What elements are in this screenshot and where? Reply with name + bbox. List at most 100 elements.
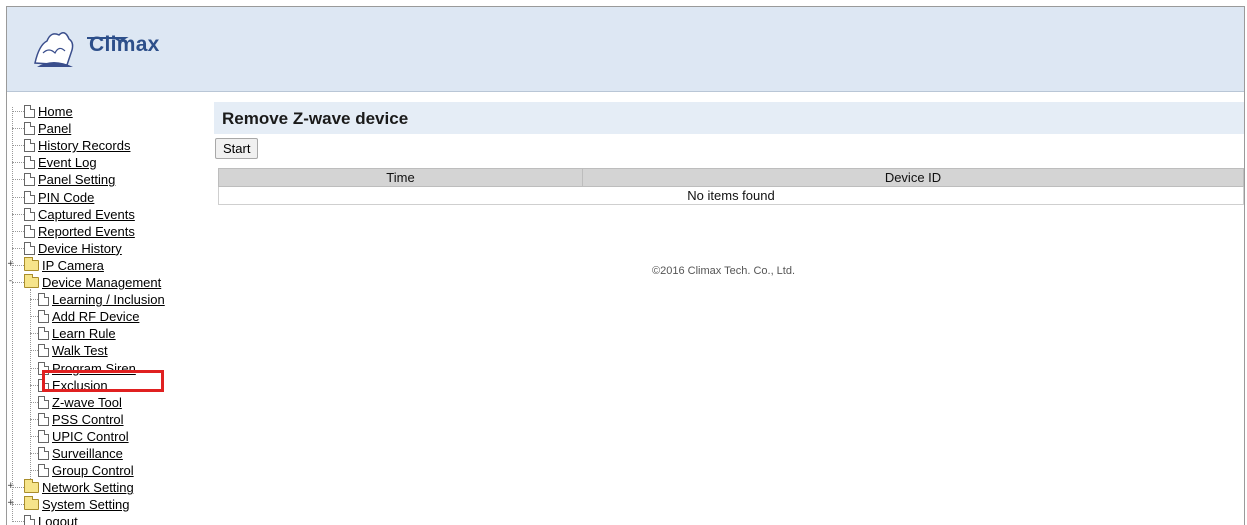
sidebar-item-walk-test[interactable]: Walk Test	[38, 342, 108, 359]
sidebar-item-add-rf-device[interactable]: Add RF Device	[38, 308, 139, 325]
page-icon	[38, 447, 49, 460]
sidebar-item-learning-inclusion[interactable]: Learning / Inclusion	[38, 291, 165, 308]
tree-connector	[30, 384, 38, 386]
tree-connector	[12, 162, 24, 164]
sidebar-item-label[interactable]: Home	[38, 104, 73, 119]
sidebar-item-label[interactable]: PIN Code	[38, 190, 94, 205]
page-icon	[24, 139, 35, 153]
tree-connector	[30, 401, 38, 403]
page-icon	[38, 412, 49, 426]
device-table: Time Device ID No items found	[218, 168, 1244, 205]
page-icon	[38, 344, 49, 358]
sidebar-item-reported-events[interactable]: Reported Events	[24, 223, 135, 240]
sidebar-item-label[interactable]: PSS Control	[52, 412, 124, 427]
sidebar-item-label[interactable]: Add RF Device	[52, 309, 139, 324]
sidebar-item-home[interactable]: Home	[24, 103, 73, 120]
sidebar-item-label[interactable]: Learn Rule	[52, 326, 116, 341]
tree-connector	[30, 435, 38, 437]
page-icon	[24, 105, 35, 118]
tree-branch-line	[30, 289, 31, 479]
sidebar-item-label[interactable]: Panel	[38, 121, 71, 136]
page-icon	[24, 207, 35, 221]
sidebar-item-label[interactable]: Captured Events	[38, 207, 135, 222]
sidebar-item-label[interactable]: IP Camera	[42, 258, 104, 273]
sidebar-item-panel-setting[interactable]: Panel Setting	[24, 171, 115, 188]
sidebar-item-pin-code[interactable]: PIN Code	[24, 189, 94, 206]
sidebar-item-label[interactable]: Panel Setting	[38, 172, 115, 187]
sidebar-item-z-wave-tool[interactable]: Z-wave Tool	[38, 394, 122, 411]
folder-icon	[24, 479, 39, 494]
column-header-time[interactable]: Time	[218, 168, 583, 187]
sidebar-item-network-setting[interactable]: Network Setting	[24, 479, 134, 496]
sidebar-item-group-control[interactable]: Group Control	[38, 462, 134, 479]
page-icon	[38, 395, 49, 409]
tree-connector	[12, 230, 24, 232]
sidebar-item-upic-control[interactable]: UPIC Control	[38, 428, 129, 445]
table-row: No items found	[218, 186, 1244, 205]
page-icon	[38, 310, 49, 324]
sidebar-item-learn-rule[interactable]: Learn Rule	[38, 325, 116, 342]
sidebar-item-label[interactable]: Logout	[38, 514, 78, 525]
sidebar-item-device-history[interactable]: Device History	[24, 240, 122, 257]
tree-trunk-line	[12, 107, 13, 522]
page-icon	[24, 156, 35, 170]
tree-connector	[30, 470, 38, 472]
tree-connector	[12, 521, 24, 523]
tree-connector	[30, 333, 38, 335]
folder-icon	[24, 274, 39, 288]
sidebar-item-label[interactable]: History Records	[38, 138, 130, 153]
tree-connector	[12, 213, 24, 215]
selected-item-highlight	[42, 370, 164, 392]
sidebar-item-label[interactable]: Surveillance	[52, 446, 123, 461]
sidebar-item-label[interactable]: Network Setting	[42, 480, 134, 495]
folder-icon	[24, 256, 39, 271]
page-icon	[24, 224, 35, 238]
sidebar-item-label[interactable]: System Setting	[42, 497, 129, 512]
page-icon	[38, 327, 49, 341]
page-icon	[24, 515, 35, 525]
tree-connector	[30, 299, 38, 301]
sidebar-item-label[interactable]: Device History	[38, 241, 122, 256]
sidebar-item-label[interactable]: Group Control	[52, 463, 134, 478]
page-icon	[38, 429, 49, 443]
page-icon	[24, 190, 35, 204]
page-title: Remove Z-wave device	[222, 109, 409, 128]
sidebar-item-captured-events[interactable]: Captured Events	[24, 206, 135, 223]
tree-connector	[12, 179, 24, 181]
page-icon	[24, 173, 35, 187]
folder-icon	[24, 496, 39, 511]
sidebar-item-label[interactable]: Walk Test	[52, 343, 108, 358]
sidebar-item-label[interactable]: Z-wave Tool	[52, 395, 122, 410]
page-header: Remove Z-wave device	[214, 102, 1244, 134]
sidebar-item-label[interactable]: Reported Events	[38, 224, 135, 239]
sidebar-item-label[interactable]: UPIC Control	[52, 429, 129, 444]
column-header-device-id[interactable]: Device ID	[582, 168, 1244, 187]
sidebar-item-logout[interactable]: Logout	[24, 513, 78, 525]
sidebar-item-surveillance[interactable]: Surveillance	[38, 445, 123, 462]
tree-connector	[30, 350, 38, 352]
tree-connector	[30, 367, 38, 369]
start-button[interactable]: Start	[215, 138, 259, 159]
tree-connector	[12, 145, 24, 147]
tree-connector	[30, 453, 38, 454]
sidebar-item-panel[interactable]: Panel	[24, 120, 71, 137]
sidebar-item-event-log[interactable]: Event Log	[24, 154, 97, 171]
header-bar: Climax	[7, 7, 1244, 92]
tree-connector	[30, 418, 38, 420]
tree-connector	[12, 128, 24, 130]
page-icon	[38, 464, 49, 478]
sidebar-item-system-setting[interactable]: System Setting	[24, 496, 129, 513]
sidebar-item-label[interactable]: Event Log	[38, 155, 97, 170]
sidebar-item-history-records[interactable]: History Records	[24, 137, 130, 154]
sidebar-item-label[interactable]: Device Management	[42, 275, 161, 290]
sidebar-item-device-management[interactable]: Device Management	[24, 274, 161, 291]
sidebar-item-pss-control[interactable]: PSS Control	[38, 411, 124, 428]
tree-connector	[12, 196, 24, 198]
page-icon	[38, 293, 49, 307]
app-frame: Climax Home Panel History Records Event Log…	[6, 6, 1245, 525]
sidebar-item-label[interactable]: Learning / Inclusion	[52, 292, 165, 307]
tree-connector	[12, 247, 24, 249]
logo-text: Climax	[89, 33, 160, 56]
sidebar-item-ip-camera[interactable]: IP Camera	[24, 256, 104, 274]
copyright-footer: ©2016 Climax Tech. Co., Ltd.	[652, 265, 796, 277]
